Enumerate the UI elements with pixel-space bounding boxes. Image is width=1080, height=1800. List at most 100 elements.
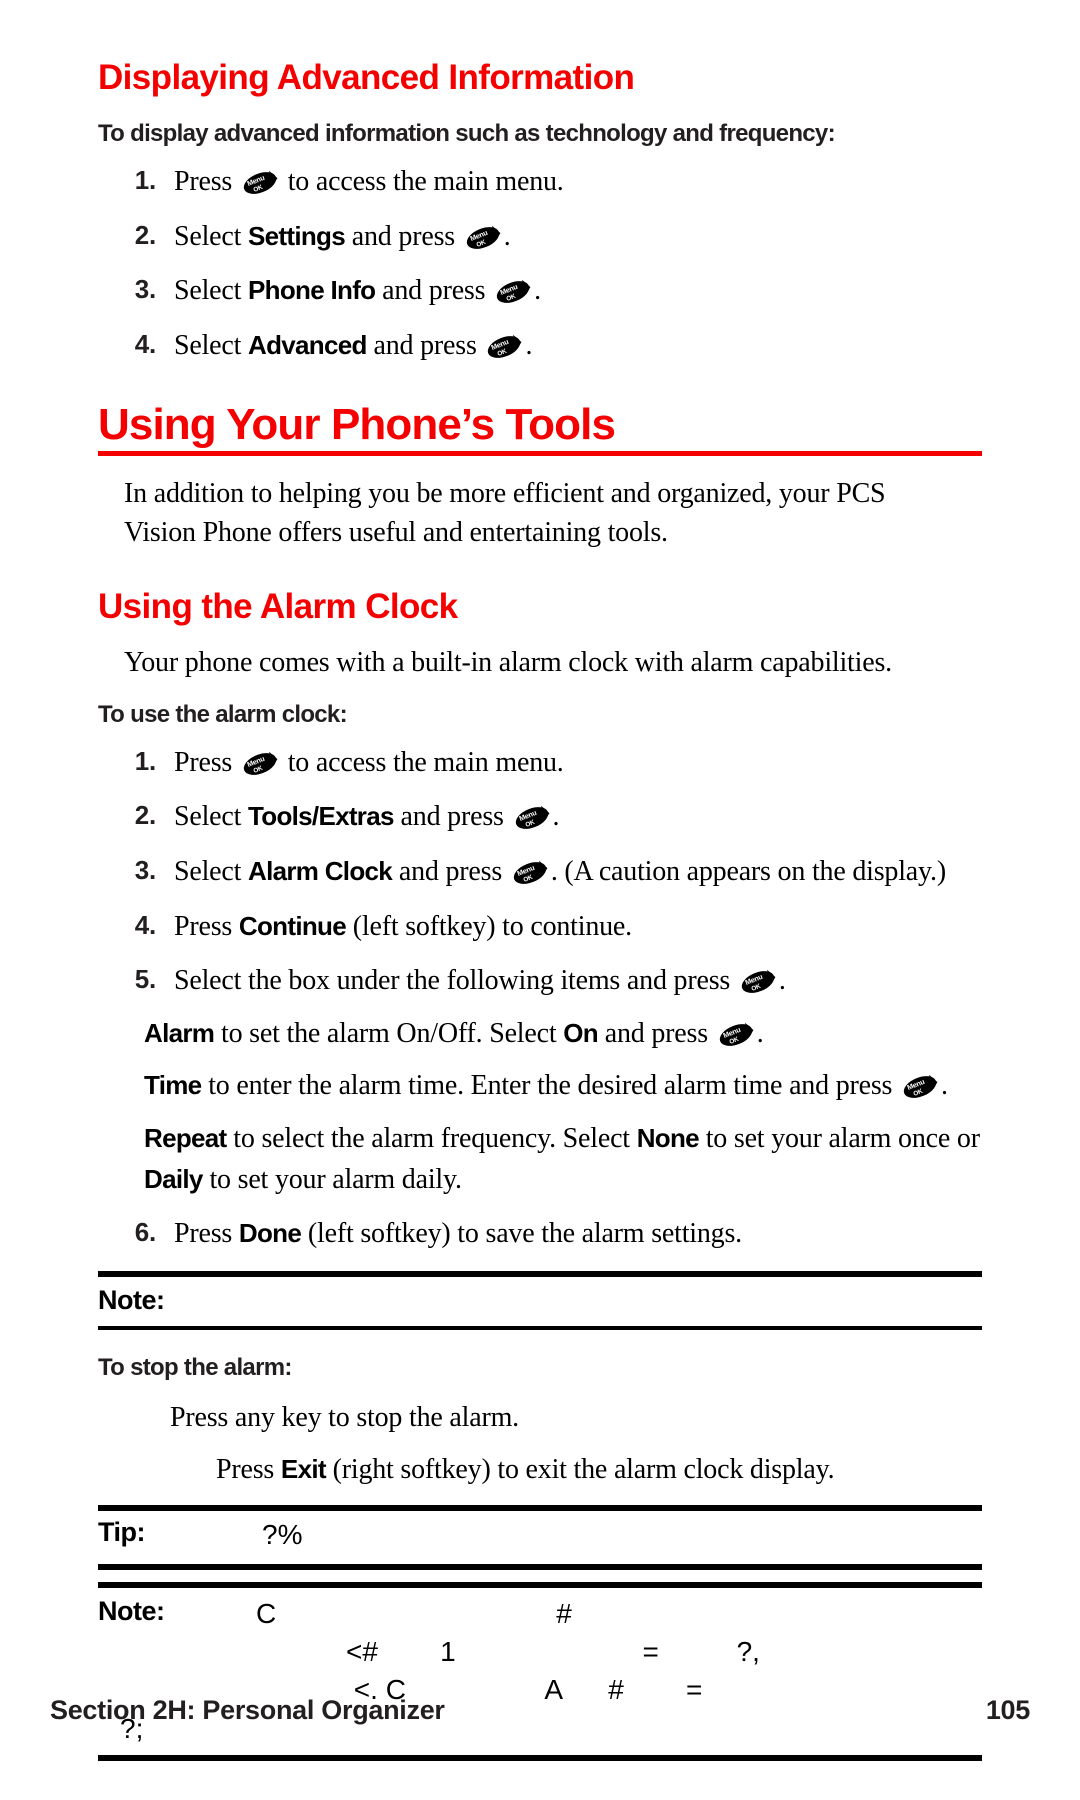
stop-alarm-line-1: Press any key to stop the alarm.	[170, 1401, 519, 1433]
step-text-post: and press	[393, 801, 511, 833]
substep-text-3: to set your alarm daily.	[202, 1163, 462, 1195]
stop-alarm-line-2-post: (right softkey) to exit the alarm clock …	[325, 1453, 835, 1485]
substep-text: to select the alarm frequency. Select	[226, 1122, 637, 1154]
note-callout-box-2: Note: C # <# 1 = ?, <. C A # = ?;	[98, 1581, 982, 1762]
step-text-pre: Press	[174, 1218, 239, 1250]
menu-ok-key-icon: Menu OK	[512, 803, 552, 833]
menu-ok-key-icon: Menu OK	[240, 168, 280, 198]
stop-alarm-line-2-pre: Press	[216, 1453, 281, 1485]
step-text-pre: Select	[174, 801, 249, 833]
paragraph-alarm-intro: Your phone comes with a built-in alarm c…	[124, 647, 892, 679]
step-text-post: and press	[344, 220, 462, 252]
note-label: Note:	[98, 1595, 165, 1626]
menu-ok-key-icon: Menu OK	[484, 332, 524, 362]
steps-alarm-clock-final: 6. Press Done (left softkey) to save the…	[98, 1214, 982, 1255]
ui-term: Settings	[248, 220, 346, 251]
menu-ok-key-icon: Menu OK	[493, 277, 533, 307]
step-number: 2.	[134, 800, 156, 831]
menu-ok-key-icon: Menu OK	[240, 749, 280, 779]
ui-term: Continue	[238, 910, 347, 941]
ui-term: Exit	[280, 1453, 327, 1484]
note-callout-box-1: Note:	[98, 1270, 982, 1330]
list-item: 3. Select Alarm Clock and press Menu OK. …	[98, 852, 982, 893]
stop-alarm-line-2: Press Exit (right softkey) to exit the a…	[98, 1450, 982, 1490]
step-text-tail: .	[552, 801, 560, 833]
page-footer: Section 2H: Personal Organizer 105	[50, 1695, 1030, 1726]
list-item: 2. Select Tools/Extras and press Menu OK.	[98, 797, 982, 838]
substep-time: Time to enter the alarm time. Enter the …	[98, 1066, 982, 1107]
heading-using-your-phones-tools: Using Your Phone’s Tools	[98, 400, 616, 450]
step-text-tail: .	[503, 220, 511, 252]
step-text-post: and press	[366, 329, 484, 361]
list-item: 1. Press Menu OK to access the main menu.	[98, 743, 982, 784]
step-number: 6.	[134, 1217, 156, 1248]
substep-text: to enter the alarm time. Enter the desir…	[201, 1070, 900, 1102]
list-item: 2. Select Settings and press Menu OK.	[98, 217, 982, 258]
step-text-tail: .	[525, 329, 533, 361]
substep-text-2: to set your alarm once or	[698, 1122, 980, 1154]
list-item: 6. Press Done (left softkey) to save the…	[98, 1214, 982, 1255]
tip-label: Tip:	[98, 1517, 146, 1548]
step-text-post: and press	[375, 275, 493, 307]
step-text-pre: Press	[174, 910, 239, 942]
footer-page-number: 105	[985, 1695, 1030, 1725]
step-text-pre: Select the box under the following items…	[174, 965, 737, 997]
step-text-pre: Select	[174, 329, 249, 361]
ui-term: Alarm Clock	[248, 856, 393, 886]
step-number: 1.	[134, 745, 156, 776]
step-text-post: (left softkey) to save the alarm setting…	[301, 1218, 742, 1250]
ui-term: Tools/Extras	[248, 801, 394, 832]
heading-using-the-alarm-clock: Using the Alarm Clock	[98, 587, 458, 627]
substep-alarm: Alarm to set the alarm On/Off. Select On…	[98, 1014, 982, 1055]
step-number: 1.	[134, 165, 156, 195]
step-text-pre: Select	[174, 275, 249, 307]
step-number: 4.	[134, 909, 156, 940]
ui-term: Repeat	[144, 1122, 227, 1153]
substep-repeat: Repeat to select the alarm frequency. Se…	[98, 1119, 982, 1200]
ui-term: Done	[238, 1218, 302, 1249]
substep-tail: .	[941, 1070, 948, 1102]
substep-tail: .	[756, 1017, 764, 1049]
list-item: 1. Press Menu OK to access the main menu.	[98, 162, 982, 203]
step-number: 5.	[134, 964, 156, 995]
lead-to-stop-the-alarm: To stop the alarm:	[98, 1353, 292, 1381]
step-number: 3.	[134, 274, 156, 305]
ui-term: None	[636, 1122, 700, 1153]
step-text-post: to access the main menu.	[280, 166, 564, 197]
lead-to-use-the-alarm-clock: To use the alarm clock:	[98, 700, 348, 728]
step-number: 3.	[134, 855, 156, 885]
list-item: 5. Select the box under the following it…	[98, 961, 982, 1002]
note-body-line-2: <# 1 = ?,	[276, 1636, 760, 1668]
step-text-pre: Press	[174, 166, 239, 197]
menu-ok-key-icon: Menu OK	[510, 858, 550, 888]
step-text-tail: .	[778, 965, 786, 997]
heading-displaying-advanced-information: Displaying Advanced Information	[98, 58, 635, 97]
step-number: 2.	[134, 219, 156, 250]
step-text-pre: Press	[174, 746, 239, 778]
step-number: 4.	[134, 328, 156, 359]
step-text-post: (left softkey) to continue.	[345, 910, 632, 942]
note-body-line-1: C #	[256, 1597, 572, 1629]
list-item: 4. Select Advanced and press Menu OK.	[98, 326, 982, 367]
ui-term: Phone Info	[248, 275, 376, 306]
paragraph-tools-intro: In addition to helping you be more effic…	[124, 477, 886, 549]
substep-text: to set the alarm On/Off. Select	[214, 1017, 564, 1049]
step-text-pre: Select	[174, 220, 249, 252]
ui-term: Alarm	[144, 1017, 215, 1048]
list-item: 3. Select Phone Info and press Menu OK.	[98, 271, 982, 312]
menu-ok-key-icon: Menu OK	[738, 967, 778, 997]
ui-term: Advanced	[248, 329, 367, 360]
menu-ok-key-icon: Menu OK	[716, 1020, 756, 1050]
step-text-post: and press	[392, 856, 509, 887]
step-text-pre: Select	[174, 856, 249, 887]
document-page: Displaying Advanced Information To displ…	[0, 0, 1080, 1800]
step-text-tail: . (A caution appears on the display.)	[550, 856, 946, 887]
heading-underline-rule	[98, 450, 982, 456]
ui-term: On	[563, 1017, 598, 1048]
list-item: 4. Press Continue (left softkey) to cont…	[98, 907, 982, 948]
substep-text-2: and press	[597, 1017, 715, 1049]
footer-section-label: Section 2H: Personal Organizer	[50, 1695, 445, 1725]
step-text-tail: .	[534, 275, 541, 307]
note-label: Note:	[98, 1284, 165, 1315]
steps-alarm-clock: 1. Press Menu OK to access the main menu.…	[98, 743, 982, 1002]
